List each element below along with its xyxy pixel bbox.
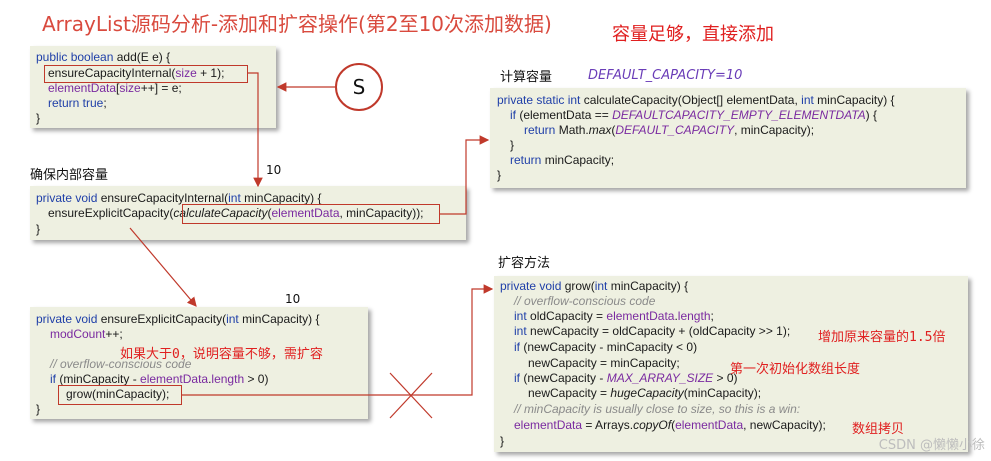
- arrow-add-to-ensure-internal: [248, 72, 263, 188]
- flow-arrows: [129, 72, 494, 419]
- arrow-to-calculate-capacity: [440, 135, 490, 215]
- watermark: CSDN @懒懒小徐: [878, 438, 985, 453]
- arrow-to-ensure-explicit: [129, 227, 197, 307]
- arrow-to-grow: [182, 284, 494, 396]
